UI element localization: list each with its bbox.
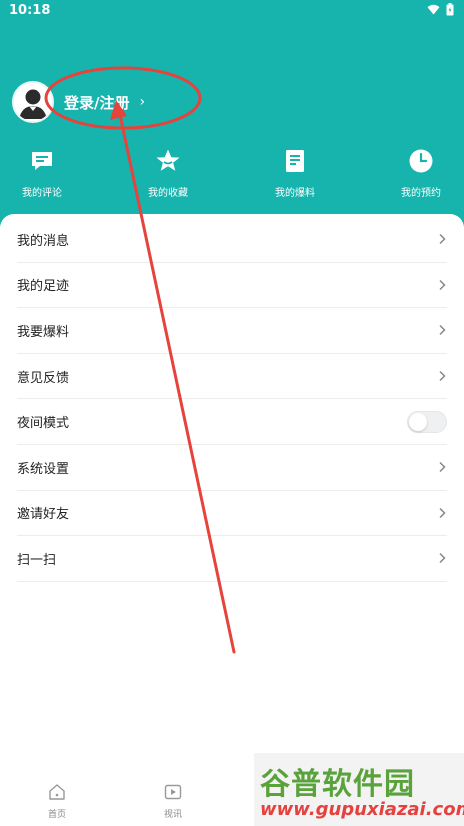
menu-item-messages[interactable]: 我的消息 (17, 217, 447, 263)
watermark-url: www.gupuxiazai.com (260, 799, 464, 820)
quick-action-label: 我的收藏 (148, 188, 188, 199)
profile-header: 10:18 登录/注册 › 我的评论 我的收藏 我的爆料 我的预约 (0, 0, 464, 232)
menu-item-settings[interactable]: 系统设置 (17, 445, 447, 491)
chevron-right-icon (439, 325, 446, 336)
quick-action-favorites[interactable]: 我的收藏 (138, 148, 198, 199)
menu-item-history[interactable]: 我的足迹 (17, 263, 447, 309)
quick-actions: 我的评论 我的收藏 我的爆料 我的预约 (0, 148, 464, 204)
menu-item-label: 我的足迹 (17, 279, 70, 295)
quick-action-comments[interactable]: 我的评论 (12, 148, 72, 199)
quick-action-tips[interactable]: 我的爆料 (265, 148, 325, 199)
quick-action-reservations[interactable]: 我的预约 (391, 148, 451, 199)
menu-item-label: 我要爆料 (17, 324, 70, 340)
menu-panel: 我的消息 我的足迹 我要爆料 意见反馈 夜间模式 系统设置 邀请好友 扫一扫 (0, 214, 464, 826)
user-avatar-icon (14, 83, 52, 121)
quick-action-label: 我的预约 (401, 188, 441, 199)
nav-tab-home[interactable]: 首页 (37, 782, 77, 820)
menu-item-submit-tip[interactable]: 我要爆料 (17, 308, 447, 354)
night-mode-toggle[interactable] (407, 410, 447, 433)
star-icon (156, 149, 180, 171)
toggle-knob (409, 412, 427, 431)
login-entry[interactable]: 登录/注册 › (12, 80, 145, 124)
nav-tab-label: 视讯 (163, 810, 182, 820)
chevron-right-icon (439, 371, 446, 382)
menu-item-night-mode: 夜间模式 (17, 399, 447, 445)
menu-item-label: 我的消息 (17, 233, 70, 249)
menu-item-scan[interactable]: 扫一扫 (17, 536, 447, 582)
watermark: 谷普软件园 www.gupuxiazai.com (254, 753, 464, 826)
menu-item-feedback[interactable]: 意见反馈 (17, 354, 447, 400)
menu-item-invite[interactable]: 邀请好友 (17, 491, 447, 537)
login-register-link[interactable]: 登录/注册 (64, 92, 129, 113)
avatar[interactable] (12, 81, 54, 123)
menu-item-label: 意见反馈 (17, 370, 70, 386)
home-icon (49, 784, 65, 800)
video-icon (164, 784, 182, 800)
chevron-right-icon (439, 279, 446, 290)
wifi-icon (427, 4, 440, 15)
status-bar: 10:18 (0, 0, 464, 22)
menu-item-label: 扫一扫 (17, 552, 57, 568)
chevron-right-icon (439, 234, 446, 245)
battery-icon (446, 3, 454, 16)
chevron-right-icon (439, 462, 446, 473)
quick-action-label: 我的评论 (22, 188, 62, 199)
chevron-right-icon: › (139, 94, 146, 110)
menu-item-label: 夜间模式 (17, 416, 70, 432)
nav-tab-video[interactable]: 视讯 (153, 782, 193, 820)
quick-action-label: 我的爆料 (275, 188, 315, 199)
chevron-right-icon (439, 507, 446, 518)
menu-item-label: 系统设置 (17, 461, 70, 477)
menu-item-label: 邀请好友 (17, 507, 70, 523)
document-icon (286, 150, 304, 172)
watermark-title: 谷普软件园 (260, 767, 415, 802)
comment-icon (32, 152, 52, 170)
settings-menu: 我的消息 我的足迹 我要爆料 意见反馈 夜间模式 系统设置 邀请好友 扫一扫 (17, 217, 447, 582)
nav-tab-label: 首页 (47, 810, 66, 820)
chevron-right-icon (439, 553, 446, 564)
status-time: 10:18 (9, 3, 51, 18)
clock-icon (409, 149, 433, 173)
status-icons (427, 3, 454, 16)
